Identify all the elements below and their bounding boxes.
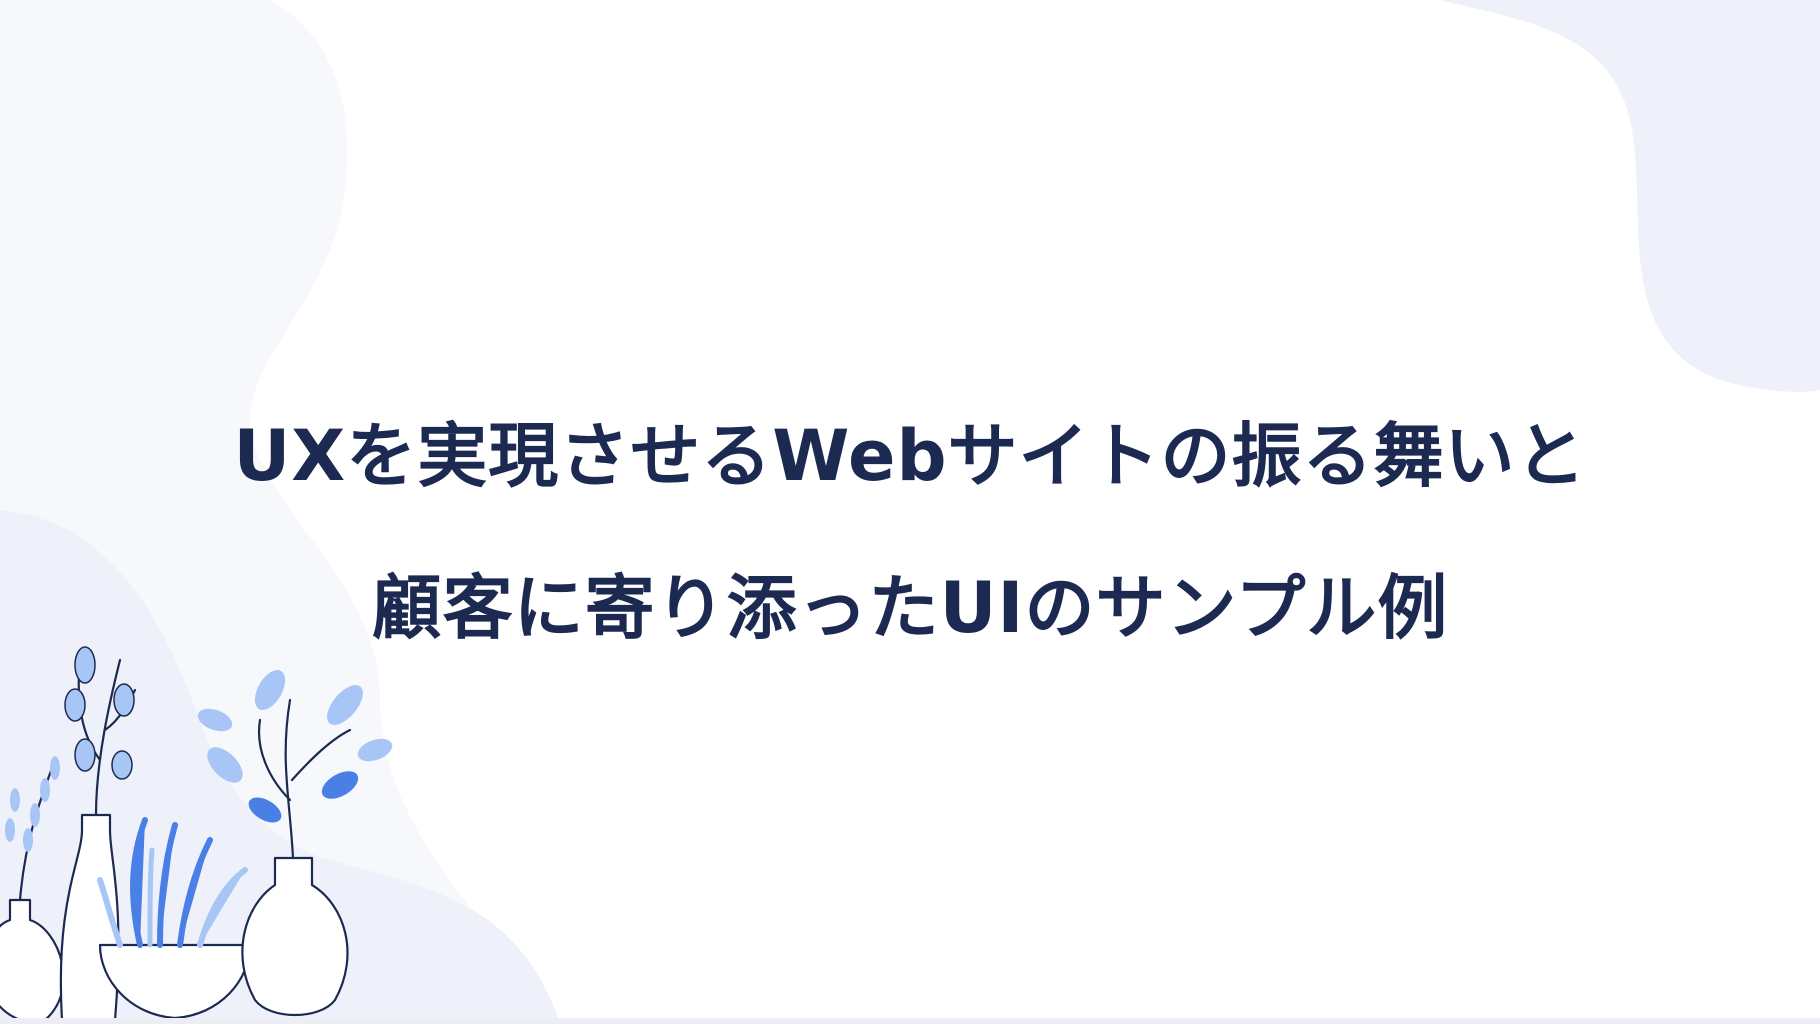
slide: UXを実現させるWebサイトの振る舞いと 顧客に寄り添ったUIのサンプル例	[0, 0, 1820, 1024]
bottom-strip	[0, 1018, 1820, 1024]
slide-title: UXを実現させるWebサイトの振る舞いと 顧客に寄り添ったUIのサンプル例	[0, 380, 1820, 684]
title-line-2: 顧客に寄り添ったUIのサンプル例	[371, 567, 1449, 649]
top-right-blob	[1440, 0, 1820, 392]
title-line-1: UXを実現させるWebサイトの振る舞いと	[233, 415, 1587, 497]
